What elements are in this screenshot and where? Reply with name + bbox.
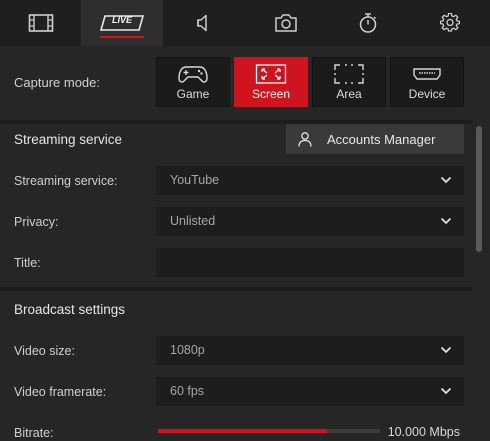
streaming-section-title: Streaming service — [14, 132, 123, 147]
area-select-icon — [334, 64, 364, 84]
bitrate-label: Bitrate: — [14, 426, 54, 440]
top-tab-bar: LIVE — [0, 0, 490, 46]
capture-mode-row: Capture mode: Game Screen Area Device — [0, 46, 490, 120]
broadcast-section-title: Broadcast settings — [14, 302, 126, 317]
hdmi-icon — [413, 68, 441, 80]
tab-live[interactable]: LIVE — [81, 0, 163, 46]
capture-mode-game-button[interactable]: Game — [156, 57, 230, 107]
privacy-value: Unlisted — [170, 214, 216, 228]
gamepad-icon — [178, 66, 208, 83]
capture-mode-area-button[interactable]: Area — [312, 57, 386, 107]
camera-icon — [275, 14, 297, 32]
video-size-label: Video size: — [14, 344, 75, 358]
accounts-manager-button[interactable]: Accounts Manager — [286, 124, 464, 154]
film-icon — [28, 14, 53, 32]
video-size-value: 1080p — [170, 343, 205, 357]
capture-mode-label: Capture mode: — [14, 75, 100, 90]
chevron-down-icon — [440, 346, 452, 354]
streaming-service-value: YouTube — [170, 173, 220, 187]
title-input[interactable] — [156, 248, 464, 277]
chevron-down-icon — [440, 176, 452, 184]
capture-mode-area-label: Area — [336, 87, 362, 101]
bitrate-slider-fill — [158, 429, 327, 433]
active-tab-indicator — [100, 36, 144, 38]
tab-video[interactable] — [0, 0, 81, 46]
tab-live-label: LIVE — [111, 15, 132, 25]
gear-icon — [439, 13, 460, 32]
bitrate-value: 10.000 Mbps — [387, 425, 460, 439]
capture-mode-device-label: Device — [408, 87, 446, 101]
capture-mode-screen-label: Screen — [251, 87, 291, 101]
accounts-manager-label: Accounts Manager — [327, 131, 436, 147]
chevron-down-icon — [440, 217, 452, 225]
streaming-service-dropdown[interactable]: YouTube — [156, 166, 464, 195]
tab-audio[interactable] — [163, 0, 245, 46]
privacy-dropdown[interactable]: Unlisted — [156, 207, 464, 236]
streaming-service-label: Streaming service: — [14, 174, 118, 188]
capture-mode-game-label: Game — [176, 87, 210, 101]
video-framerate-label: Video framerate: — [14, 385, 107, 399]
title-label: Title: — [14, 256, 41, 270]
scrollbar-thumb[interactable] — [476, 126, 482, 252]
video-size-dropdown[interactable]: 1080p — [156, 336, 464, 365]
fullscreen-icon — [255, 64, 287, 84]
tab-settings[interactable] — [409, 0, 490, 46]
video-framerate-dropdown[interactable]: 60 fps — [156, 377, 464, 406]
bitrate-slider[interactable] — [158, 429, 380, 433]
stopwatch-icon — [359, 13, 377, 33]
speaker-icon — [197, 14, 207, 32]
video-framerate-value: 60 fps — [170, 384, 205, 398]
vertical-scrollbar[interactable] — [472, 120, 490, 441]
tab-screenshot[interactable] — [245, 0, 327, 46]
capture-mode-screen-button[interactable]: Screen — [234, 57, 308, 107]
user-icon — [298, 132, 312, 147]
section-divider — [0, 287, 472, 291]
tab-timer[interactable] — [327, 0, 409, 46]
capture-mode-device-button[interactable]: Device — [390, 57, 464, 107]
chevron-down-icon — [440, 387, 452, 395]
privacy-label: Privacy: — [14, 215, 59, 229]
